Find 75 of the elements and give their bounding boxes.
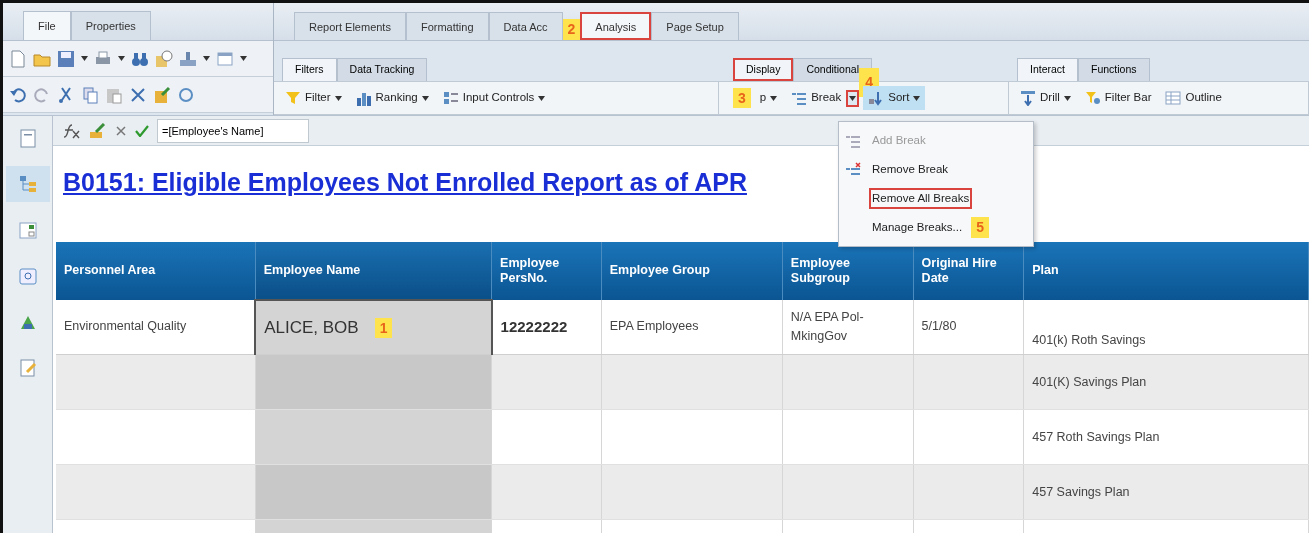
toolbar-button[interactable]: Filter Bar bbox=[1079, 86, 1157, 110]
table-cell: 5/1/80 bbox=[913, 299, 1024, 355]
undo-icon[interactable] bbox=[9, 85, 27, 104]
sub-tab[interactable]: Data Tracking bbox=[336, 58, 428, 81]
controls-icon bbox=[442, 90, 459, 106]
toolbar-button[interactable]: Ranking bbox=[350, 86, 434, 110]
toolbar-button[interactable]: p bbox=[754, 86, 783, 110]
window-icon[interactable] bbox=[216, 49, 234, 68]
caret-icon bbox=[240, 56, 247, 61]
save-icon[interactable] bbox=[57, 49, 75, 68]
table-cell: EPA Employees bbox=[601, 299, 783, 355]
callout-badge: 1 bbox=[374, 317, 393, 338]
sub-tab[interactable]: Interact bbox=[1017, 58, 1079, 81]
toolbar-button[interactable]: Input Controls bbox=[437, 86, 551, 110]
toolbar-button[interactable]: Drill bbox=[1015, 86, 1076, 110]
sub-tab[interactable]: Display bbox=[733, 58, 794, 81]
table-cell: N/A EPA Pol-MkingGov bbox=[782, 299, 914, 355]
copy-icon[interactable] bbox=[81, 85, 99, 104]
check-icon[interactable] bbox=[135, 124, 149, 137]
column-header[interactable]: Employee Group bbox=[601, 241, 783, 300]
toolbar-button[interactable]: Break bbox=[786, 86, 847, 110]
menu-item[interactable]: Remove All Breaks bbox=[869, 187, 973, 210]
close-icon[interactable] bbox=[115, 124, 127, 137]
bar-chart-icon bbox=[355, 90, 372, 106]
column-header[interactable]: Plan bbox=[1023, 241, 1309, 300]
ribbon-tab[interactable]: Properties bbox=[70, 11, 151, 40]
callout-badge: 5 bbox=[971, 217, 989, 238]
delete-icon[interactable] bbox=[129, 85, 147, 104]
sub-tab[interactable]: Functions bbox=[1078, 58, 1150, 81]
remove-list-icon bbox=[845, 161, 861, 178]
table-cell: 12222222 bbox=[491, 299, 602, 355]
menu-item[interactable]: Remove Break bbox=[869, 158, 952, 181]
checklist-icon[interactable] bbox=[18, 220, 38, 240]
edit-icon[interactable] bbox=[89, 122, 107, 139]
toolbar-button[interactable]: Sort bbox=[863, 86, 926, 110]
table-cell: ALICE, BOB 1 bbox=[255, 299, 492, 355]
toolbar-button[interactable]: Outline bbox=[1160, 86, 1227, 110]
list-icon bbox=[791, 90, 808, 106]
dropdown-toggle-button[interactable] bbox=[846, 89, 860, 107]
ribbon-tab[interactable]: File bbox=[23, 11, 71, 40]
redo-icon[interactable] bbox=[33, 85, 51, 104]
clipboard-icon[interactable] bbox=[18, 128, 38, 148]
table-cell: 457 Savings Plan bbox=[1023, 464, 1309, 520]
tray-icon[interactable] bbox=[179, 49, 197, 68]
caret-icon bbox=[118, 56, 125, 61]
ribbon-tab[interactable]: Analysis bbox=[580, 11, 652, 40]
column-header[interactable]: Employee Subgroup bbox=[782, 241, 914, 300]
document-icon[interactable] bbox=[9, 49, 27, 68]
filter-bar-icon bbox=[1084, 90, 1101, 106]
menu-item[interactable]: Manage Breaks... bbox=[869, 216, 966, 239]
report-title[interactable]: B0151: Eligible Employees Not Enrolled Report as of APR bbox=[63, 164, 747, 202]
formula-field[interactable]: =[Employee's Name] bbox=[157, 118, 309, 143]
ribbon-tab[interactable]: Formatting bbox=[405, 11, 489, 40]
callout-badge: 3 bbox=[733, 87, 751, 109]
cube-icon[interactable] bbox=[153, 85, 171, 104]
ribbon-tab[interactable]: Page Setup bbox=[651, 11, 739, 40]
edit-document-icon[interactable] bbox=[18, 358, 38, 378]
ribbon-tab[interactable]: Report Elements bbox=[294, 11, 406, 40]
function-icon[interactable] bbox=[63, 122, 81, 139]
sort-icon bbox=[868, 90, 885, 106]
caret-icon bbox=[81, 56, 88, 61]
drill-icon bbox=[1020, 90, 1036, 106]
table-cell: 401(k) Roth Savings bbox=[1023, 299, 1309, 355]
filter-icon bbox=[285, 90, 301, 106]
outline-icon bbox=[1165, 90, 1182, 106]
toolbar-button[interactable]: Filter bbox=[280, 86, 347, 110]
sub-tab[interactable]: Filters bbox=[282, 58, 337, 81]
column-header[interactable]: Employee PersNo. bbox=[491, 241, 602, 300]
tree-icon[interactable] bbox=[18, 174, 38, 194]
caret-icon bbox=[203, 56, 210, 61]
column-header[interactable]: Employee Name bbox=[255, 241, 492, 300]
column-header[interactable]: Personnel Area bbox=[56, 241, 256, 300]
table-cell: 457 Roth Savings Plan bbox=[1023, 409, 1309, 465]
table-cell: 401(K) Savings Plan bbox=[1023, 354, 1309, 410]
ribbon-tab[interactable]: Data Acc bbox=[488, 11, 563, 40]
